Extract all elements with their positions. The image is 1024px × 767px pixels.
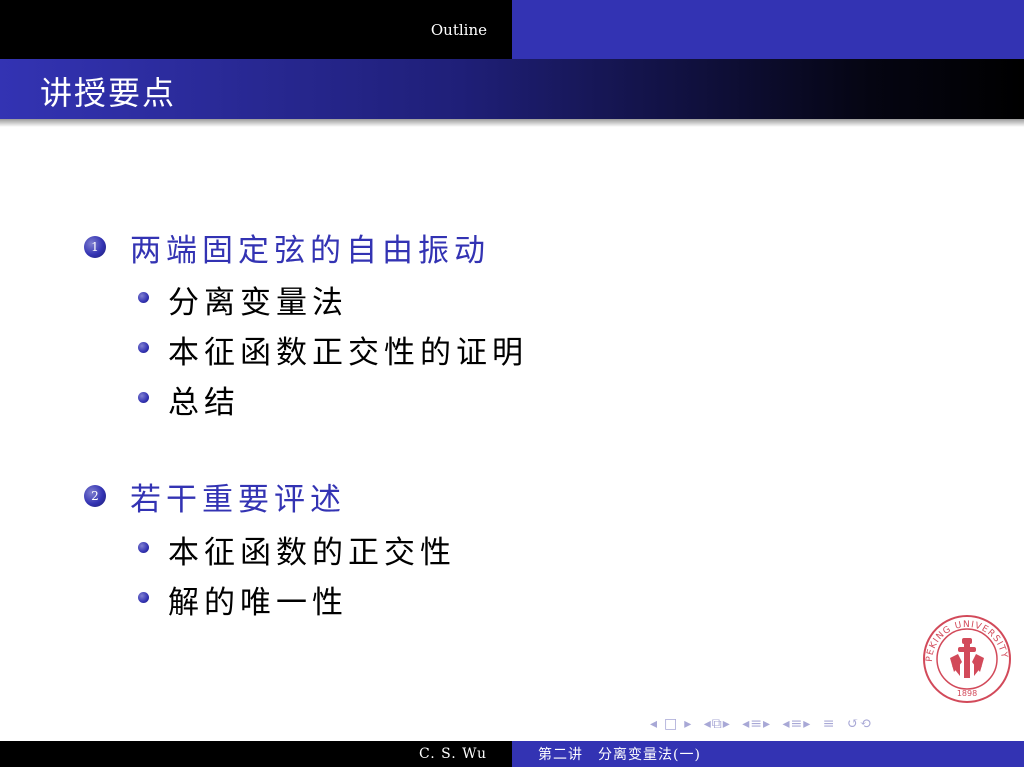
subsection-item[interactable]: 总结 bbox=[168, 377, 240, 422]
footer-author: C. S. Wu bbox=[419, 746, 487, 762]
bullet-icon bbox=[138, 542, 149, 553]
bullet-icon bbox=[138, 592, 149, 603]
university-seal-icon: PEKING UNIVERSITY 1898 bbox=[923, 615, 1011, 703]
footline-left: C. S. Wu bbox=[0, 741, 512, 767]
bullet-icon bbox=[138, 392, 149, 403]
nav-align-icon[interactable]: ≡ bbox=[823, 716, 836, 732]
footline-right: 第二讲 分离变量法(一) bbox=[512, 741, 1024, 767]
subsection-item[interactable]: 本征函数的正交性 bbox=[168, 527, 456, 572]
nav-frame-icon[interactable]: □ bbox=[664, 716, 678, 732]
footline-bar: C. S. Wu 第二讲 分离变量法(一) bbox=[0, 741, 1024, 767]
headline-right bbox=[512, 0, 1024, 59]
footer-title: 第二讲 分离变量法(一) bbox=[538, 747, 701, 763]
subsection-item[interactable]: 解的唯一性 bbox=[168, 577, 348, 622]
bullet-icon bbox=[138, 342, 149, 353]
seal-year: 1898 bbox=[957, 689, 977, 698]
nav-search-icon[interactable]: ↺⟲ bbox=[847, 716, 872, 732]
subsection-item[interactable]: 分离变量法 bbox=[168, 277, 348, 322]
nav-section-icon[interactable]: ◂≡▸ bbox=[742, 716, 771, 732]
headline-bar: Outline bbox=[0, 0, 1024, 59]
section-title-2[interactable]: 若干重要评述 bbox=[130, 474, 346, 519]
bullet-icon bbox=[138, 292, 149, 303]
frame-title-bar: 讲授要点 bbox=[0, 59, 1024, 119]
section-number-2: 2 bbox=[84, 485, 106, 507]
nav-frame-next-icon[interactable]: ▸ bbox=[684, 716, 692, 732]
section-number-1: 1 bbox=[84, 236, 106, 258]
navigation-symbols: ◂ □ ▸ ◂⧉▸ ◂≡▸ ◂≡▸ ≡ ↺⟲ bbox=[650, 716, 878, 732]
frame-title: 讲授要点 bbox=[40, 74, 177, 112]
headline-left: Outline bbox=[0, 0, 512, 59]
nav-doc-icon[interactable]: ◂≡▸ bbox=[783, 716, 812, 732]
title-shadow bbox=[0, 119, 1024, 127]
section-title-1[interactable]: 两端固定弦的自由振动 bbox=[130, 225, 490, 270]
section-nav-link[interactable]: Outline bbox=[431, 21, 487, 39]
nav-subsection-icon[interactable]: ◂⧉▸ bbox=[704, 716, 731, 732]
subsection-item[interactable]: 本征函数正交性的证明 bbox=[168, 327, 528, 372]
nav-frame-prev-icon[interactable]: ◂ bbox=[650, 716, 658, 732]
